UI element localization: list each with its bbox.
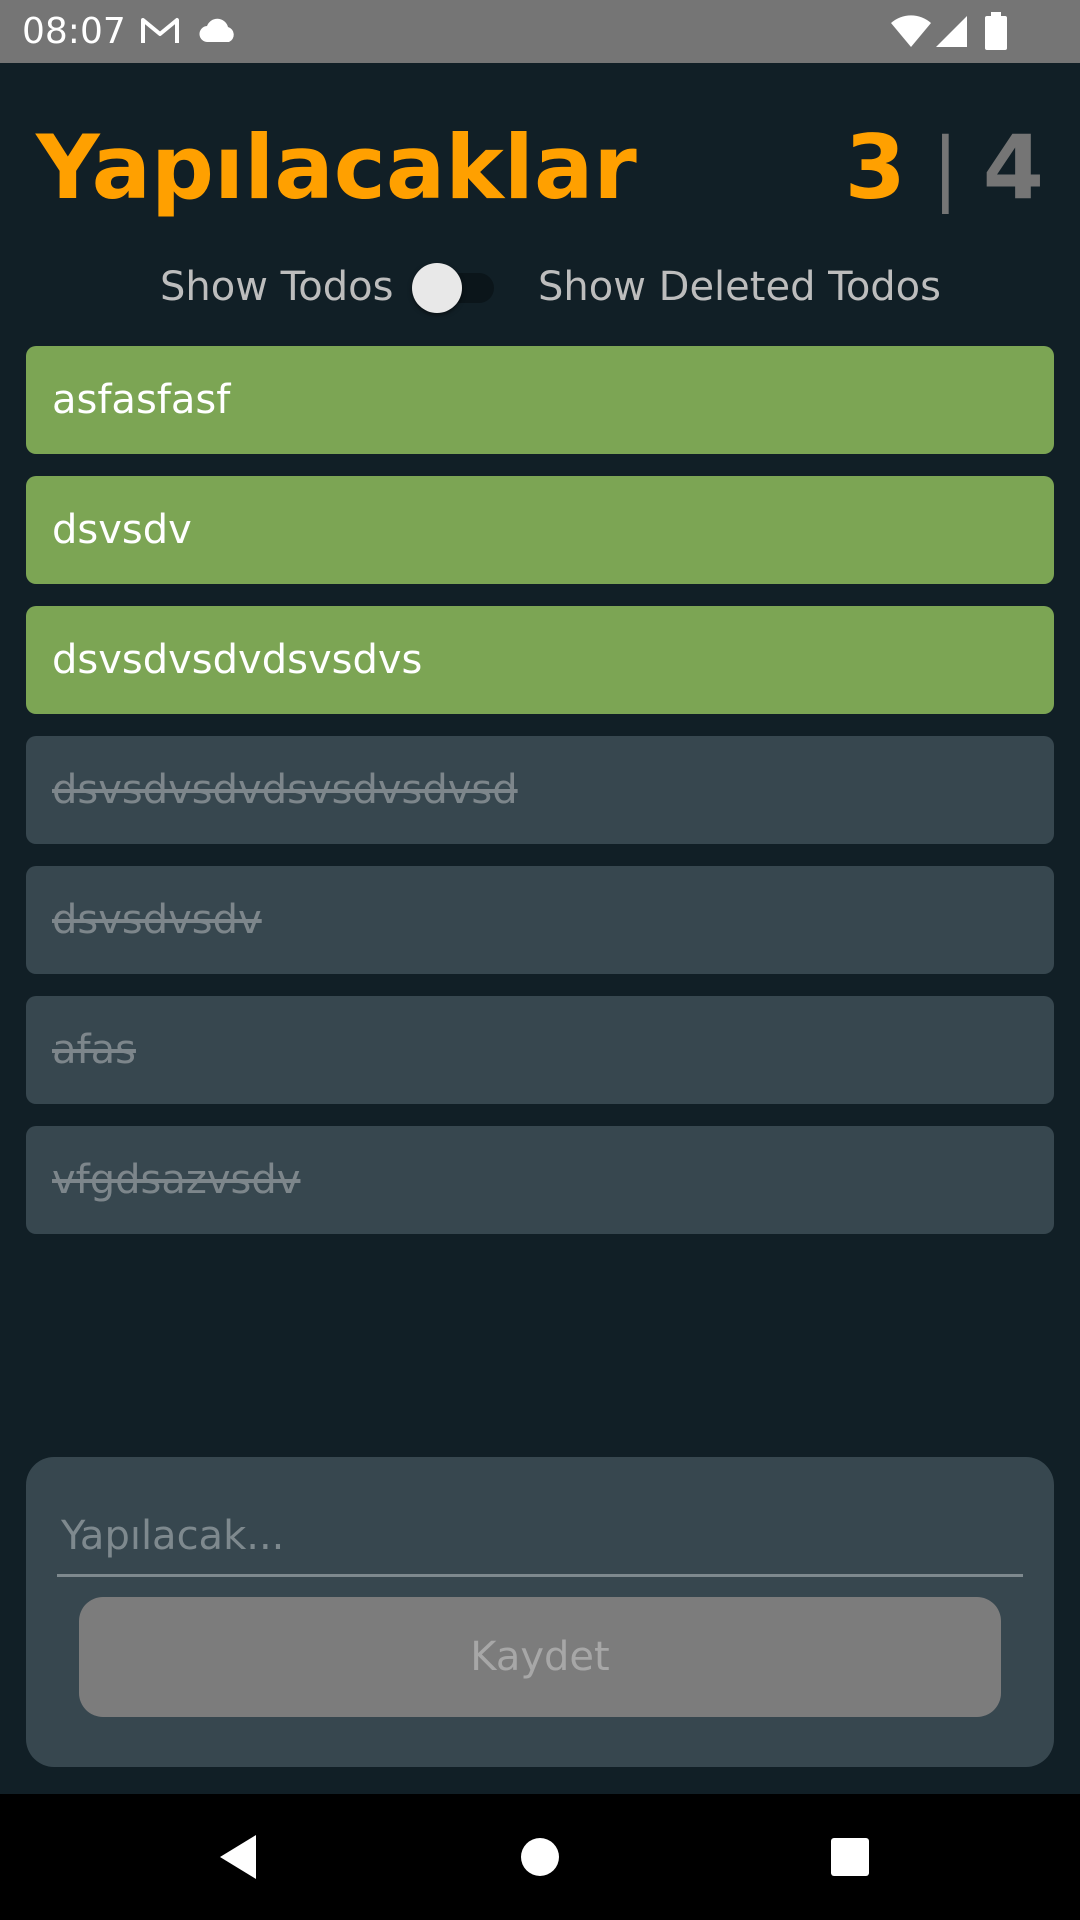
- back-icon[interactable]: [204, 1824, 270, 1890]
- todo-text: dsvsdvsdvdsvsdvsdvsd: [52, 767, 518, 813]
- todo-item-completed[interactable]: vfgdsazvsdv: [26, 1126, 1054, 1234]
- signal-icon: [934, 14, 968, 52]
- todo-list: asfasfasf dsvsdv dsvsdvsdvdsvsdvs dsvsdv…: [26, 346, 1054, 1256]
- show-todos-label: Show Todos: [160, 264, 394, 310]
- done-count: 4: [982, 116, 1044, 219]
- new-todo-form: Kaydet: [26, 1457, 1054, 1767]
- status-bar: 08:07: [0, 0, 1080, 63]
- navigation-bar: [0, 1794, 1080, 1920]
- save-button[interactable]: Kaydet: [79, 1597, 1001, 1717]
- todo-input[interactable]: [57, 1497, 1023, 1577]
- todo-text: dsvsdv: [52, 507, 192, 553]
- todo-text: afas: [52, 1027, 136, 1073]
- todo-text: dsvsdvsdv: [52, 897, 262, 943]
- active-count: 3: [844, 116, 906, 219]
- todo-item-completed[interactable]: dsvsdvsdv: [26, 866, 1054, 974]
- show-deleted-todos-label: Show Deleted Todos: [538, 264, 941, 310]
- todo-counter: 3 | 4: [845, 118, 1044, 218]
- show-deleted-toggle[interactable]: [410, 259, 498, 315]
- recents-icon[interactable]: [817, 1824, 883, 1890]
- todo-text: vfgdsazvsdv: [52, 1157, 301, 1203]
- todo-item[interactable]: asfasfasf: [26, 346, 1054, 454]
- gmail-icon: [140, 16, 180, 50]
- filter-toggle-row: Show Todos Show Deleted Todos: [0, 255, 1080, 320]
- todo-item-completed[interactable]: afas: [26, 996, 1054, 1104]
- status-time: 08:07: [22, 11, 126, 52]
- todo-item-completed[interactable]: dsvsdvsdvdsvsdvsdvsd: [26, 736, 1054, 844]
- cloud-icon: [198, 18, 238, 48]
- app-screen: 08:07 Yapılacaklar 3 | 4 Show Todos Show…: [0, 0, 1080, 1920]
- battery-icon: [984, 12, 1008, 54]
- todo-item[interactable]: dsvsdvsdvdsvsdvs: [26, 606, 1054, 714]
- page-title: Yapılacaklar: [36, 116, 637, 219]
- home-icon[interactable]: [507, 1824, 573, 1890]
- wifi-icon: [890, 14, 932, 52]
- todo-item[interactable]: dsvsdv: [26, 476, 1054, 584]
- todo-text: dsvsdvsdvdsvsdvs: [52, 637, 423, 683]
- toggle-thumb: [412, 263, 462, 313]
- todo-text: asfasfasf: [52, 377, 231, 423]
- counter-separator: |: [931, 121, 959, 214]
